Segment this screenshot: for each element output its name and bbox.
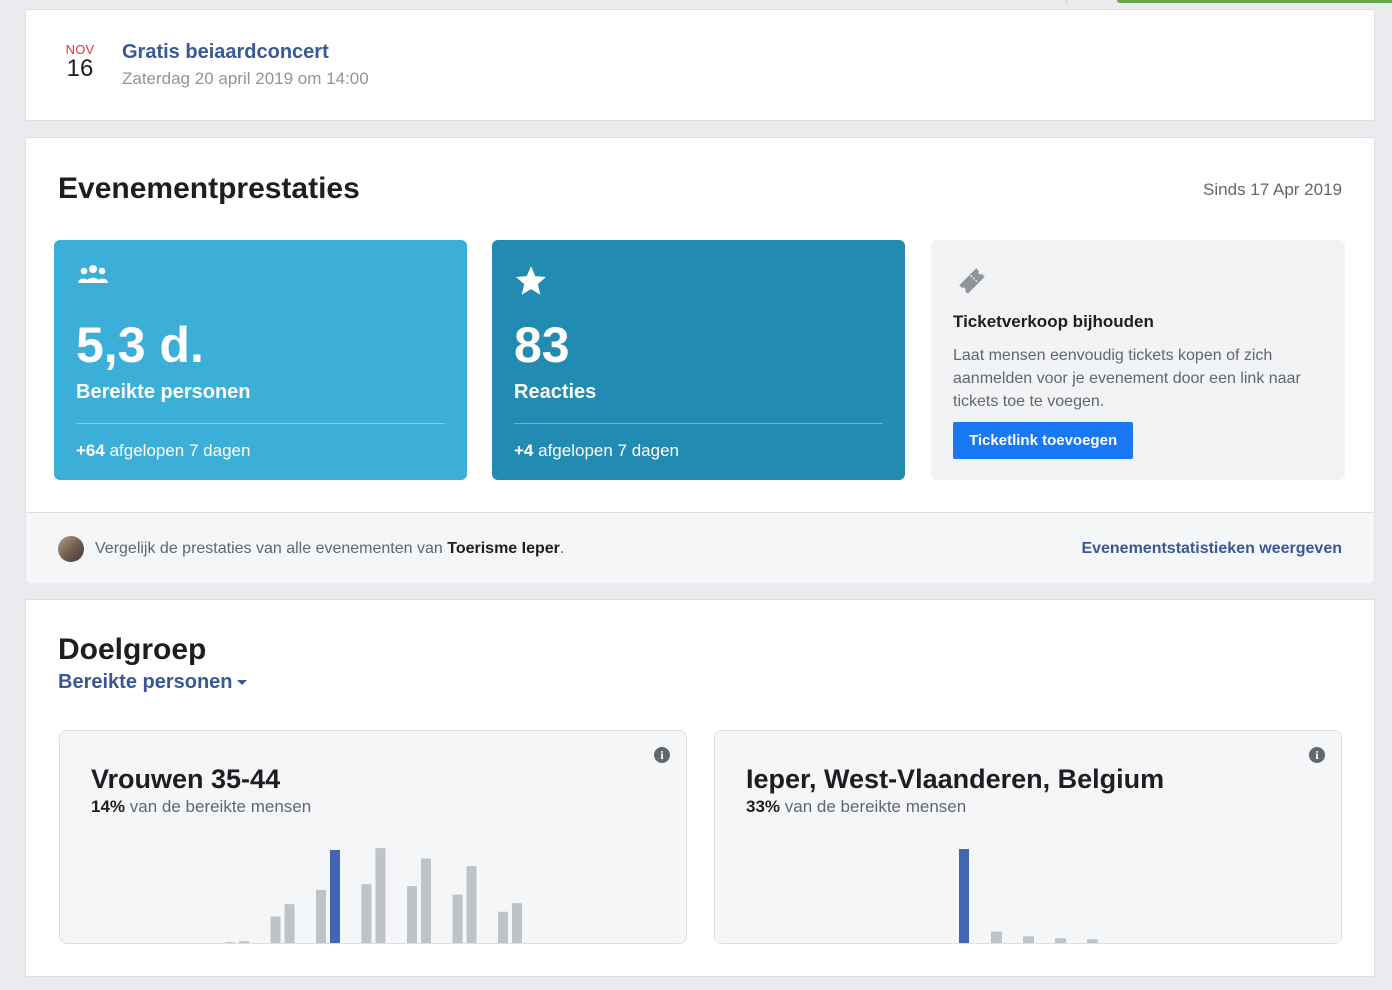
ticket-box: Ticketverkoop bijhouden Laat mensen eenv… [931, 240, 1345, 480]
chart-bar-b1 [239, 941, 249, 943]
chart-bar-a4 [361, 884, 372, 943]
event-title-link[interactable]: Gratis beiaardconcert [122, 41, 329, 64]
add-ticket-link-button[interactable]: Ticketlink toevoegen [953, 422, 1134, 459]
compare-prefix: Vergelijk de prestaties van alle eveneme… [95, 540, 443, 557]
audience-metric-dropdown[interactable]: Bereikte personen [58, 671, 247, 694]
top-strip [0, 0, 1392, 5]
chart-bar-a5 [407, 886, 417, 943]
location-bar-chart [959, 849, 1098, 943]
chart-bar-a1 [225, 942, 235, 943]
audience-title: Doelgroep [58, 633, 207, 666]
reach-divider [76, 423, 445, 424]
compare-text: Vergelijk de prestaties van alle eveneme… [95, 540, 564, 558]
chart-bar-b4 [375, 848, 386, 943]
reach-value: 5,3 d. [76, 317, 204, 373]
top-accent [1117, 0, 1392, 3]
event-day: 16 [66, 55, 94, 82]
people-icon [76, 264, 110, 291]
dropdown-label: Bereikte personen [58, 671, 233, 693]
compare-suffix: . [559, 540, 565, 557]
reach-delta: +64 afgelopen 7 dagen [76, 441, 250, 461]
reach-label: Bereikte personen [76, 381, 251, 403]
chart-bar-a2 [270, 916, 281, 943]
reach-delta-text: afgelopen 7 dagen [109, 441, 251, 460]
avatar[interactable] [58, 536, 84, 562]
event-datetime: Zaterdag 20 april 2019 om 14:00 [122, 69, 369, 88]
chart-bar-b6 [466, 866, 477, 943]
chart-bar-c5 [1087, 939, 1098, 943]
reach-metric-tile[interactable]: 5,3 d. Bereikte personen +64 afgelopen 7… [54, 240, 467, 480]
reach-delta-number: +64 [76, 441, 105, 460]
chart-bar-b5 [421, 858, 431, 943]
top-divider [1066, 0, 1067, 4]
chart-bar-c4 [1055, 938, 1066, 943]
ticket-icon [955, 264, 989, 303]
ticket-description: Laat mensen eenvoudig tickets kopen of z… [953, 347, 1301, 410]
event-date: NOV 16 [61, 42, 99, 82]
chart-bar-c2 [991, 931, 1002, 943]
star-icon [514, 264, 548, 303]
compare-page-name: Toerisme Ieper [447, 540, 560, 557]
since-date: Sinds 17 Apr 2019 [1203, 180, 1342, 199]
reactions-delta-text: afgelopen 7 dagen [538, 441, 679, 460]
event-card: NOV 16 Gratis beiaardconcert Zaterdag 20… [25, 9, 1375, 121]
chart-bar-c1 [959, 849, 969, 943]
view-event-insights-link[interactable]: Evenementstatistieken weergeven [1081, 540, 1342, 558]
chart-bar-c3 [1023, 936, 1034, 943]
performance-card: Evenementprestaties Sinds 17 Apr 2019 5,… [25, 137, 1375, 583]
performance-title: Evenementprestaties [58, 172, 360, 205]
chart-bar-a3 [316, 889, 326, 943]
chart-bar-b7 [512, 903, 522, 943]
reactions-label: Reacties [514, 381, 597, 403]
reactions-delta: +4 afgelopen 7 dagen [514, 441, 679, 461]
location-chart-card: Ieper, West-Vlaanderen, Belgium 33% van … [714, 730, 1342, 944]
chart-bar-b3 [330, 850, 340, 943]
reactions-metric-tile[interactable]: 83 Reacties +4 afgelopen 7 dagen [492, 240, 905, 480]
chart-bar-a7 [498, 911, 508, 943]
compare-bar: Vergelijk de prestaties van alle eveneme… [26, 512, 1374, 583]
age-gender-chart-card: Vrouwen 35-44 14% van de bereikte mensen… [59, 730, 687, 944]
chart-bar-b2 [284, 904, 295, 943]
chevron-down-icon [236, 680, 247, 686]
chart-bar-a6 [452, 894, 463, 943]
ticket-heading: Ticketverkoop bijhouden [953, 312, 1154, 331]
audience-card: Doelgroep Bereikte personen Vrouwen 35-4… [25, 599, 1375, 977]
reactions-divider [514, 423, 883, 424]
age-bar-chart [225, 848, 522, 943]
reactions-value: 83 [514, 317, 570, 373]
reactions-delta-number: +4 [514, 441, 534, 460]
